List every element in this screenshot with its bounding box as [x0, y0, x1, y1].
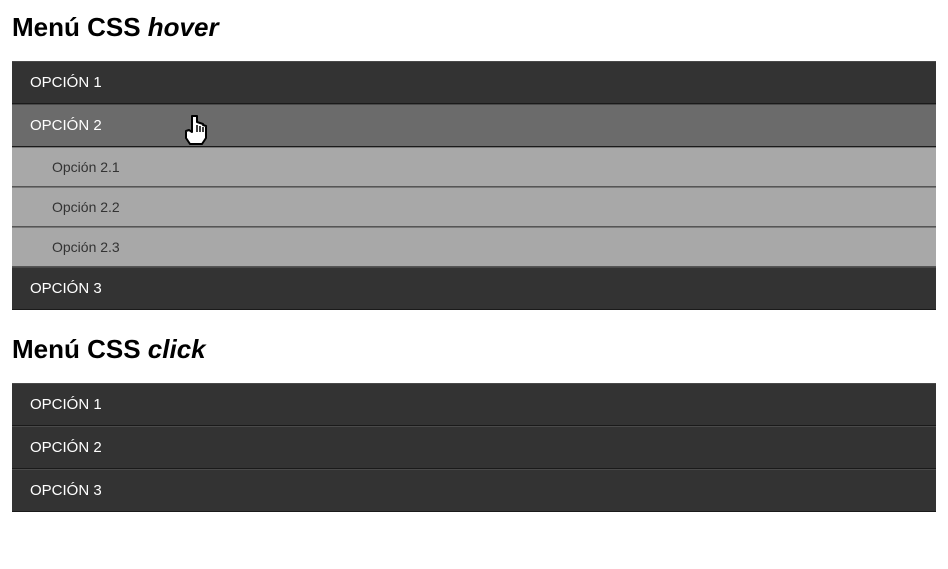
heading-hover: Menú CSS hover — [12, 12, 936, 43]
menu-item-label: OPCIÓN 1 — [30, 74, 102, 91]
menu-item-label: OPCIÓN 3 — [30, 280, 102, 297]
click-menu-item-1[interactable]: OPCIÓN 1 — [12, 383, 936, 426]
submenu-item-label: Opción 2.3 — [52, 239, 120, 255]
click-menu: OPCIÓN 1 OPCIÓN 2 OPCIÓN 3 — [12, 383, 936, 512]
menu-item-label: OPCIÓN 2 — [30, 439, 102, 456]
hover-submenu-item-2[interactable]: Opción 2.2 — [12, 187, 936, 227]
submenu-item-label: Opción 2.1 — [52, 159, 120, 175]
hover-menu: OPCIÓN 1 OPCIÓN 2 Opción 2.1 Opción 2.2 … — [12, 61, 936, 310]
hover-menu-item-2[interactable]: OPCIÓN 2 — [12, 104, 936, 147]
heading-hover-prefix: Menú CSS — [12, 12, 148, 42]
hover-submenu: Opción 2.1 Opción 2.2 Opción 2.3 — [12, 147, 936, 267]
hover-submenu-item-1[interactable]: Opción 2.1 — [12, 147, 936, 187]
heading-click: Menú CSS click — [12, 334, 936, 365]
hover-menu-item-2-wrap: OPCIÓN 2 — [12, 104, 936, 147]
submenu-item-label: Opción 2.2 — [52, 199, 120, 215]
heading-click-prefix: Menú CSS — [12, 334, 148, 364]
hover-menu-item-3[interactable]: OPCIÓN 3 — [12, 267, 936, 310]
menu-item-label: OPCIÓN 3 — [30, 482, 102, 499]
heading-hover-italic: hover — [148, 12, 219, 42]
heading-click-italic: click — [148, 334, 206, 364]
hover-menu-item-1[interactable]: OPCIÓN 1 — [12, 61, 936, 104]
click-menu-item-2[interactable]: OPCIÓN 2 — [12, 426, 936, 469]
menu-item-label: OPCIÓN 1 — [30, 396, 102, 413]
menu-item-label: OPCIÓN 2 — [30, 117, 102, 134]
hover-submenu-item-3[interactable]: Opción 2.3 — [12, 227, 936, 267]
click-menu-item-3[interactable]: OPCIÓN 3 — [12, 469, 936, 512]
